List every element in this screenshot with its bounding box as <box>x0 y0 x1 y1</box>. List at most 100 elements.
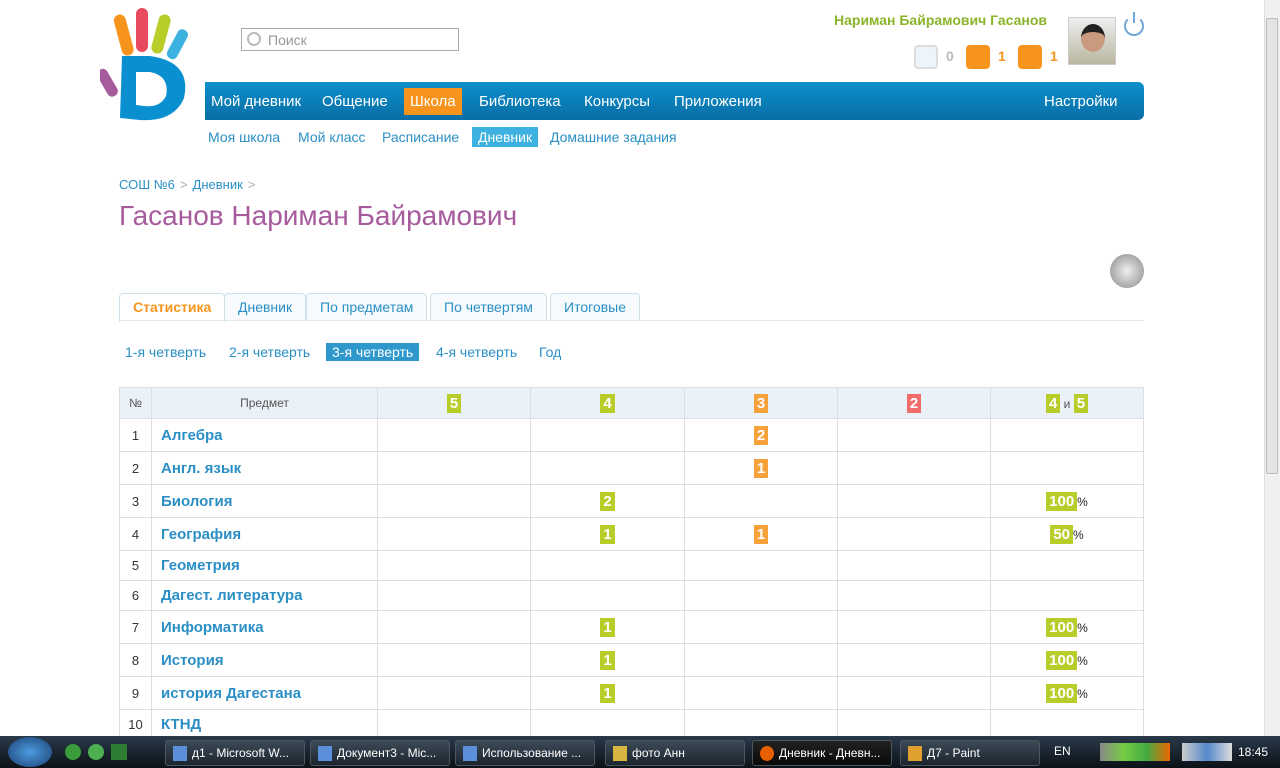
subject-link[interactable]: Алгебра <box>151 418 378 452</box>
table-row: 4 География 1 1 50% <box>119 517 1144 551</box>
subject-link[interactable]: История <box>151 643 378 677</box>
utorrent-icon[interactable] <box>65 744 81 760</box>
scrollbar-thumb[interactable] <box>1266 18 1278 474</box>
messages-count[interactable]: 0 <box>946 48 954 64</box>
tab-statistics[interactable]: Статистика <box>119 293 226 322</box>
cell-grade-5 <box>377 550 531 581</box>
taskbar: д1 - Microsoft W... Документ3 - Mic... И… <box>0 736 1280 768</box>
cell-grade-3: 1 <box>684 517 838 551</box>
subject-link[interactable]: Геометрия <box>151 550 378 581</box>
taskbar-item-firefox[interactable]: Дневник - Дневн... <box>752 740 892 766</box>
system-tray-icons[interactable] <box>1182 743 1232 761</box>
taskbar-item-word-3[interactable]: Использование ... <box>455 740 595 766</box>
nav-communication[interactable]: Общение <box>316 91 394 112</box>
subject-link[interactable]: Информатика <box>151 610 378 644</box>
tray-icons[interactable] <box>1100 743 1170 761</box>
cell-grade-4: 1 <box>530 517 685 551</box>
cell-percent: 100% <box>990 643 1144 677</box>
cell-grade-2 <box>837 676 991 710</box>
subject-link[interactable]: Дагест. литература <box>151 580 378 611</box>
cell-grade-2 <box>837 580 991 611</box>
row-number: 3 <box>119 484 152 518</box>
subject-link[interactable]: КТНД <box>151 709 378 740</box>
cell-grade-4: 1 <box>530 610 685 644</box>
subnav-schedule[interactable]: Расписание <box>376 127 465 147</box>
col-grade-3: 3 <box>684 387 838 419</box>
nav-apps[interactable]: Приложения <box>668 91 768 112</box>
table-row: 5 Геометрия <box>119 550 1144 581</box>
tab-diary[interactable]: Дневник <box>224 293 307 321</box>
cell-grade-4 <box>530 550 685 581</box>
subject-link[interactable]: Биология <box>151 484 378 518</box>
cell-percent <box>990 418 1144 452</box>
taskbar-item-photo[interactable]: фото Анн <box>605 740 745 766</box>
quarter-3[interactable]: 3-я четверть <box>326 343 420 361</box>
breadcrumb-school[interactable]: СОШ №6 <box>119 177 175 192</box>
cell-percent <box>990 451 1144 485</box>
dnevnik-logo[interactable] <box>100 6 208 122</box>
groups-count[interactable]: 1 <box>1050 48 1058 64</box>
quarter-year[interactable]: Год <box>533 343 567 361</box>
clock[interactable]: 18:45 <box>1238 745 1268 759</box>
nav-school[interactable]: Школа <box>404 88 462 115</box>
quarter-2[interactable]: 2-я четверть <box>223 343 316 361</box>
friends-count[interactable]: 1 <box>998 48 1006 64</box>
icq-icon[interactable] <box>88 744 104 760</box>
percent-badge: 100 <box>1046 683 1078 703</box>
avatar[interactable] <box>1068 17 1116 65</box>
cell-grade-2 <box>837 484 991 518</box>
friends-icon[interactable] <box>966 45 990 69</box>
nav-library[interactable]: Библиотека <box>473 91 567 112</box>
cell-grade-2 <box>837 550 991 581</box>
mail-icon[interactable] <box>914 45 938 69</box>
subnav-diary[interactable]: Дневник <box>472 127 539 147</box>
cell-grade-4 <box>530 709 685 740</box>
tab-final[interactable]: Итоговые <box>550 293 640 321</box>
cell-percent: 100% <box>990 484 1144 518</box>
start-button[interactable] <box>8 737 52 767</box>
taskbar-item-paint[interactable]: Д7 - Paint <box>900 740 1040 766</box>
quarter-4[interactable]: 4-я четверть <box>430 343 523 361</box>
nav-contests[interactable]: Конкурсы <box>578 91 656 112</box>
subnav-my-class[interactable]: Мой класс <box>292 127 372 147</box>
logout-power-icon[interactable] <box>1124 12 1144 36</box>
grade-count-badge: 1 <box>753 458 769 478</box>
print-icon[interactable] <box>1110 254 1144 288</box>
table-row: 8 История 1 100% <box>119 643 1144 677</box>
cell-grade-3 <box>684 610 838 644</box>
subnav-homework[interactable]: Домашние задания <box>544 127 683 147</box>
cell-grade-3 <box>684 484 838 518</box>
row-number: 2 <box>119 451 152 485</box>
nav-my-diary[interactable]: Мой дневник <box>205 91 307 112</box>
col-grade-4-5: 4 и 5 <box>990 387 1144 419</box>
percent-badge: 50 <box>1050 524 1073 544</box>
cell-grade-3 <box>684 643 838 677</box>
cell-grade-4 <box>530 580 685 611</box>
grade-count-badge: 1 <box>600 617 615 637</box>
subject-link[interactable]: Англ. язык <box>151 451 378 485</box>
table-row: 7 Информатика 1 100% <box>119 610 1144 644</box>
percent-badge: 100 <box>1046 491 1078 511</box>
quarter-1[interactable]: 1-я четверть <box>119 343 212 361</box>
breadcrumb-diary[interactable]: Дневник <box>193 177 243 192</box>
subject-link[interactable]: География <box>151 517 378 551</box>
app-icon[interactable] <box>111 744 127 760</box>
cell-grade-5 <box>377 484 531 518</box>
cell-percent <box>990 580 1144 611</box>
cell-grade-3 <box>684 550 838 581</box>
groups-icon[interactable] <box>1018 45 1042 69</box>
percent-badge: 100 <box>1046 650 1078 670</box>
language-indicator[interactable]: EN <box>1054 744 1071 758</box>
search-input[interactable]: Поиск <box>241 28 459 51</box>
row-number: 8 <box>119 643 152 677</box>
subject-link[interactable]: история Дагестана <box>151 676 378 710</box>
nav-settings[interactable]: Настройки <box>1038 91 1124 112</box>
taskbar-item-word-1[interactable]: д1 - Microsoft W... <box>165 740 305 766</box>
subnav-my-school[interactable]: Моя школа <box>202 127 286 147</box>
grade-count-badge: 1 <box>600 683 615 703</box>
user-name-link[interactable]: Нариман Байрамович Гасанов <box>834 12 1047 28</box>
tab-by-subject[interactable]: По предметам <box>306 293 428 321</box>
tab-by-quarter[interactable]: По четвертям <box>430 293 547 321</box>
table-row: 10 КТНД <box>119 709 1144 740</box>
taskbar-item-word-2[interactable]: Документ3 - Mic... <box>310 740 450 766</box>
